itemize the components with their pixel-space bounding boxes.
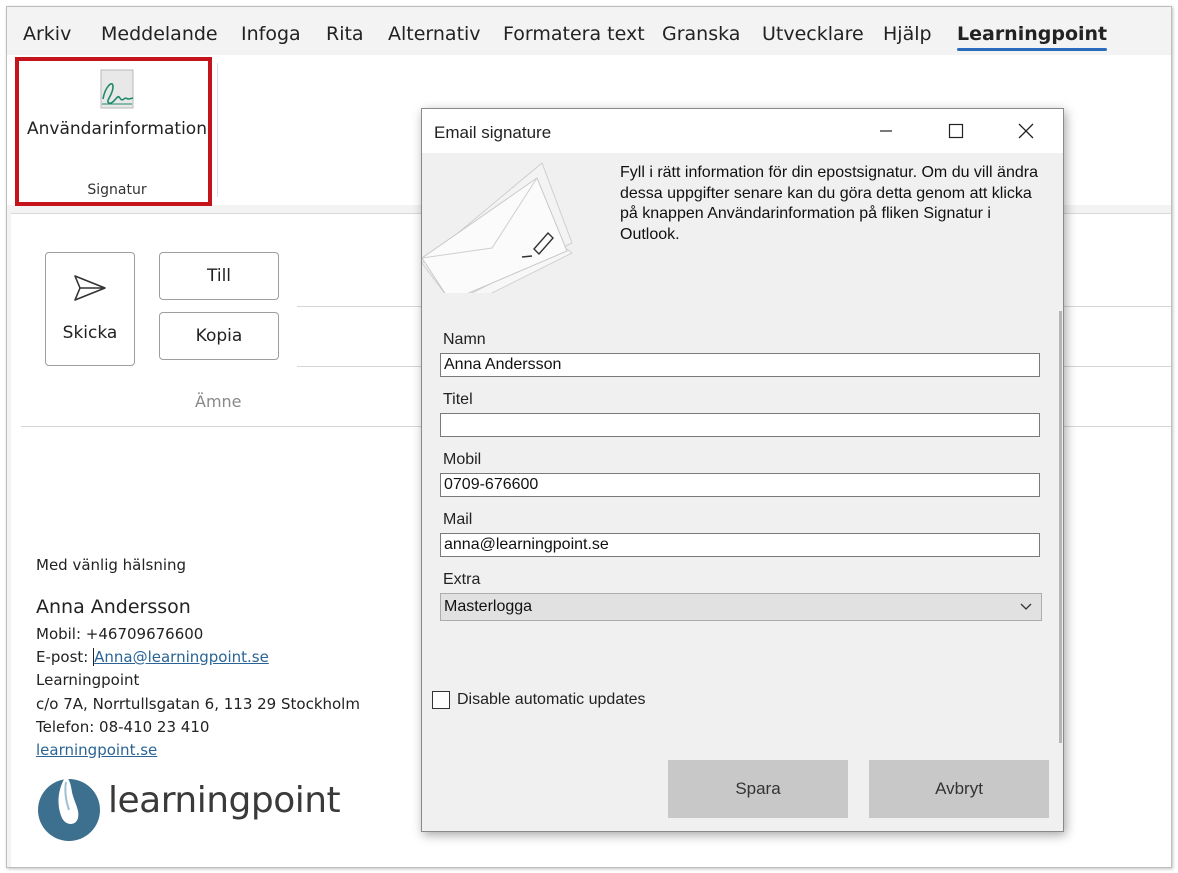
learningpoint-logo-icon (38, 776, 100, 841)
tab-meddelande[interactable]: Meddelande (101, 23, 218, 45)
dialog-description: Fyll i rätt information för din epostsig… (620, 164, 1038, 243)
dialog-title: Email signature (434, 123, 552, 142)
disable-updates-checkbox[interactable] (432, 691, 450, 709)
tab-infoga[interactable]: Infoga (241, 23, 301, 45)
signature-name: Anna Andersson (36, 596, 191, 618)
close-button[interactable] (996, 109, 1056, 153)
learningpoint-logo-text: learningpoint (108, 780, 341, 821)
mobile-label: Mobil (443, 451, 482, 468)
maximize-button[interactable] (926, 109, 986, 153)
name-label: Namn (443, 331, 486, 348)
subject-placeholder[interactable]: Ämne (195, 392, 242, 411)
dialog-titlebar: Email signature (422, 109, 1063, 153)
send-button[interactable]: Skicka (45, 252, 135, 366)
title-field[interactable] (440, 413, 1040, 437)
dialog-header: Fyll i rätt information för din epostsig… (422, 153, 1063, 297)
ribbon-tabs: Arkiv Meddelande Infoga Rita Alternativ … (7, 7, 1171, 55)
close-icon (1018, 123, 1034, 139)
name-field[interactable] (440, 353, 1040, 377)
signature-address: c/o 7A, Norrtullsgatan 6, 113 29 Stockho… (36, 695, 360, 713)
signature-email-line: E-post: Anna@learningpoint.se (36, 648, 269, 666)
signature-website-link[interactable]: learningpoint.se (36, 741, 157, 759)
extra-dropdown[interactable]: Masterlogga (440, 593, 1042, 621)
signature-phone: Telefon: 08-410 23 410 (36, 718, 210, 736)
signature-website: learningpoint.se (36, 741, 157, 759)
cc-button[interactable]: Kopia (159, 312, 279, 360)
signature-company: Learningpoint (36, 671, 140, 689)
to-button[interactable]: Till (159, 252, 279, 300)
chevron-down-icon (1020, 603, 1032, 610)
mail-label: Mail (443, 511, 473, 528)
signature-email-prefix: E-post: (36, 648, 94, 666)
learningpoint-logo: learningpoint (36, 774, 341, 844)
scrollbar[interactable] (1059, 311, 1062, 743)
envelope-icon (422, 162, 573, 293)
tab-alternativ[interactable]: Alternativ (388, 23, 481, 45)
signature-email-link[interactable]: Anna@learningpoint.se (94, 648, 269, 666)
tab-arkiv[interactable]: Arkiv (23, 23, 71, 45)
minimize-icon (880, 130, 892, 132)
highlight-box (15, 57, 212, 206)
tab-formatera-text[interactable]: Formatera text (503, 23, 645, 45)
save-button[interactable]: Spara (668, 760, 848, 818)
email-signature-dialog: Email signature Fyll i rätt information … (421, 108, 1064, 832)
ribbon-divider (217, 63, 218, 197)
tab-rita[interactable]: Rita (326, 23, 364, 45)
tab-granska[interactable]: Granska (662, 23, 740, 45)
outlook-window: Arkiv Meddelande Infoga Rita Alternativ … (6, 6, 1172, 868)
tab-learningpoint[interactable]: Learningpoint (957, 23, 1108, 51)
tab-hjalp[interactable]: Hjälp (883, 23, 932, 45)
extra-label: Extra (443, 571, 481, 588)
disable-updates-label: Disable automatic updates (457, 691, 646, 708)
title-label: Titel (443, 391, 473, 408)
mail-field[interactable] (440, 533, 1040, 557)
signature-greeting: Med vänlig hälsning (36, 556, 187, 574)
maximize-icon (948, 123, 964, 139)
tab-utvecklare[interactable]: Utvecklare (762, 23, 864, 45)
send-label: Skicka (62, 323, 118, 343)
minimize-button[interactable] (856, 109, 916, 153)
cancel-button[interactable]: Avbryt (869, 760, 1049, 818)
extra-dropdown-value: Masterlogga (444, 598, 533, 615)
signature-mobile: Mobil: +46709676600 (36, 625, 204, 643)
mobile-field[interactable] (440, 473, 1040, 497)
send-icon (74, 275, 106, 301)
